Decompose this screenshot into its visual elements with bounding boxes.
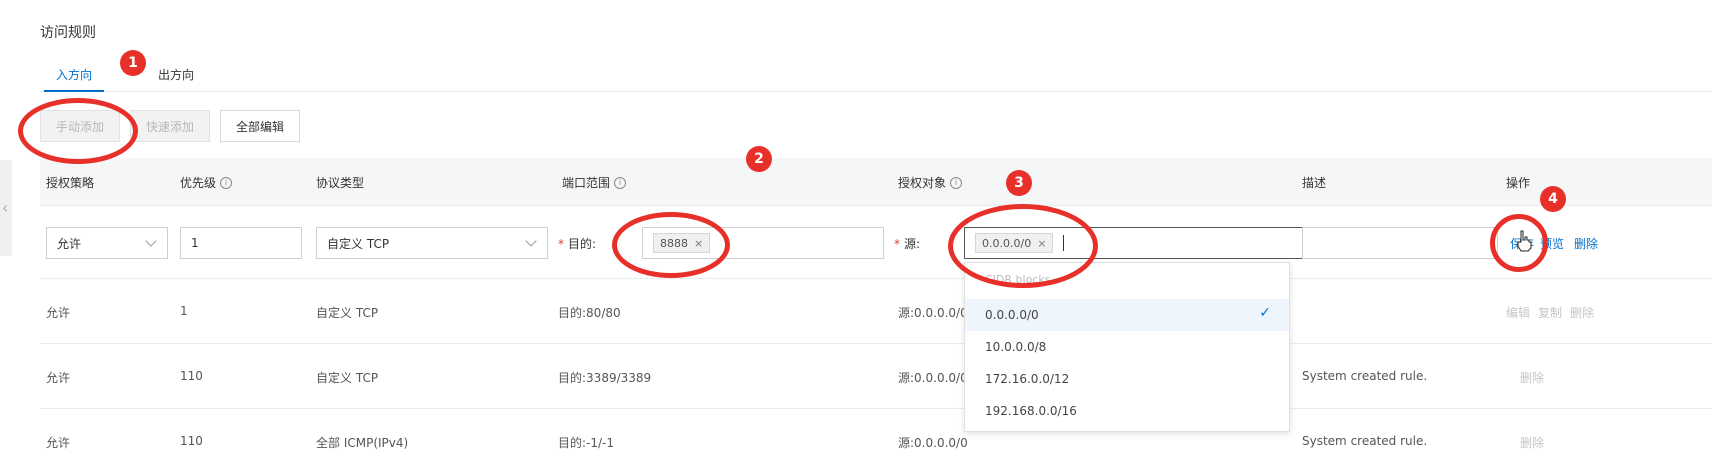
header-auth-object: 授权对象 i (898, 174, 963, 191)
tab-inbound[interactable]: 入方向 (43, 66, 105, 92)
table-header: 授权策略 优先级 i 协议类型 端口范围 i 授权对象 i 描述 操作 (40, 158, 1712, 206)
row-policy: 允许 (46, 371, 71, 385)
row-description: System created rule. (1302, 434, 1428, 448)
info-icon[interactable]: i (614, 176, 627, 189)
dropdown-option[interactable]: 10.0.0.0/8 (965, 331, 1289, 363)
protocol-select[interactable]: 自定义 TCP (316, 227, 548, 259)
dropdown-option[interactable]: 172.16.0.0/12 (965, 363, 1289, 395)
row-protocol: 自定义 TCP (316, 306, 379, 320)
table-row: 允许 110 自定义 TCP 目的:3389/3389 源:0.0.0.0/0 … (40, 345, 1712, 409)
annotation-highlight (18, 98, 138, 164)
annotation-marker: 3 (1006, 170, 1032, 196)
delete-link[interactable]: 删除 (1520, 369, 1544, 386)
hand-cursor-icon (1517, 230, 1532, 252)
header-policy: 授权策略 (46, 176, 95, 190)
row-port: 目的:-1/-1 (558, 436, 615, 450)
row-priority: 1 (180, 304, 188, 318)
policy-select-value: 允许 (57, 236, 82, 251)
quick-add-button[interactable]: 快速添加 (130, 110, 210, 142)
row-source: 源:0.0.0.0/0 (898, 371, 968, 385)
header-port-range: 端口范围 i (562, 174, 627, 191)
direction-tabs: 入方向 出方向 (40, 58, 1712, 92)
priority-input-value: 1 (191, 236, 199, 250)
copy-link[interactable]: 复制 (1538, 304, 1562, 321)
edit-rule-row: 允许 1 自定义 TCP * 目的: 8888 × * 源: 0.0.0.0/0 ×… (40, 207, 1712, 279)
delete-link[interactable]: 删除 (1570, 304, 1594, 321)
tab-outbound[interactable]: 出方向 (158, 66, 194, 83)
dest-label: * 目的: (558, 236, 597, 252)
row-policy: 允许 (46, 306, 71, 320)
table-row: 允许 1 自定义 TCP 目的:80/80 源:0.0.0.0/0 编辑 复制 … (40, 280, 1712, 344)
chevron-down-icon (525, 235, 537, 247)
page-title: 访问规则 (40, 25, 96, 41)
row-port: 目的:3389/3389 (558, 371, 652, 385)
row-policy: 允许 (46, 436, 71, 450)
row-priority: 110 (180, 369, 203, 383)
row-priority: 110 (180, 434, 203, 448)
edit-link[interactable]: 编辑 (1506, 304, 1530, 321)
info-icon[interactable]: i (220, 176, 233, 189)
description-input[interactable] (1302, 227, 1498, 259)
annotation-marker: 2 (746, 146, 772, 172)
table-row: 允许 110 全部 ICMP(IPv4) 目的:-1/-1 源:0.0.0.0/… (40, 410, 1712, 456)
info-icon[interactable]: i (950, 176, 963, 189)
row-source: 源:0.0.0.0/0 (898, 436, 968, 450)
delete-link[interactable]: 删除 (1574, 235, 1598, 252)
policy-select[interactable]: 允许 (46, 227, 168, 259)
row-port: 目的:80/80 (558, 306, 621, 320)
row-description: System created rule. (1302, 369, 1428, 383)
row-protocol: 自定义 TCP (316, 371, 379, 385)
delete-link[interactable]: 删除 (1520, 434, 1544, 451)
edit-all-button[interactable]: 全部编辑 (220, 110, 300, 142)
dropdown-option[interactable]: 192.168.0.0/16 (965, 395, 1289, 427)
dropdown-option[interactable]: 0.0.0.0/0 ✓ (965, 299, 1289, 331)
header-actions: 操作 (1506, 176, 1531, 190)
annotation-marker: 4 (1540, 186, 1566, 212)
row-protocol: 全部 ICMP(IPv4) (316, 436, 409, 450)
header-priority: 优先级 i (180, 174, 233, 191)
check-icon: ✓ (1259, 305, 1271, 321)
header-protocol: 协议类型 (316, 176, 365, 190)
annotation-highlight (948, 204, 1098, 288)
protocol-select-value: 自定义 TCP (327, 236, 390, 251)
annotation-highlight (612, 212, 730, 278)
source-label: * 源: (894, 236, 921, 252)
row-source: 源:0.0.0.0/0 (898, 306, 968, 320)
chevron-left-icon: ‹ (2, 198, 9, 217)
priority-input[interactable]: 1 (180, 227, 302, 259)
annotation-marker: 1 (120, 50, 146, 76)
sidebar-collapse-handle[interactable]: ‹ (0, 160, 12, 256)
chevron-down-icon (145, 235, 157, 247)
header-description: 描述 (1302, 176, 1327, 190)
